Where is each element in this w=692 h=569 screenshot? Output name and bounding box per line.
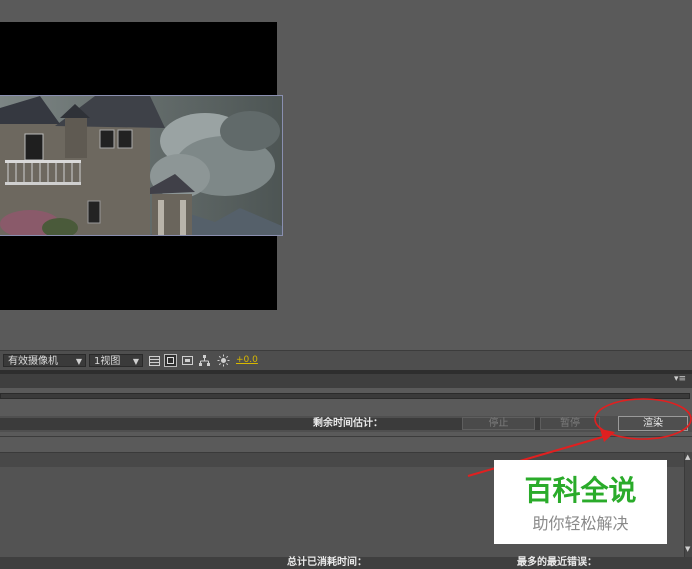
watermark-subtitle: 助你轻松解决 [532,514,629,533]
watermark-logo: 百科全说 助你轻松解决 [494,460,667,544]
watermark-title: 百科全说 [524,474,637,507]
annotation-arrowhead-icon [600,429,615,442]
